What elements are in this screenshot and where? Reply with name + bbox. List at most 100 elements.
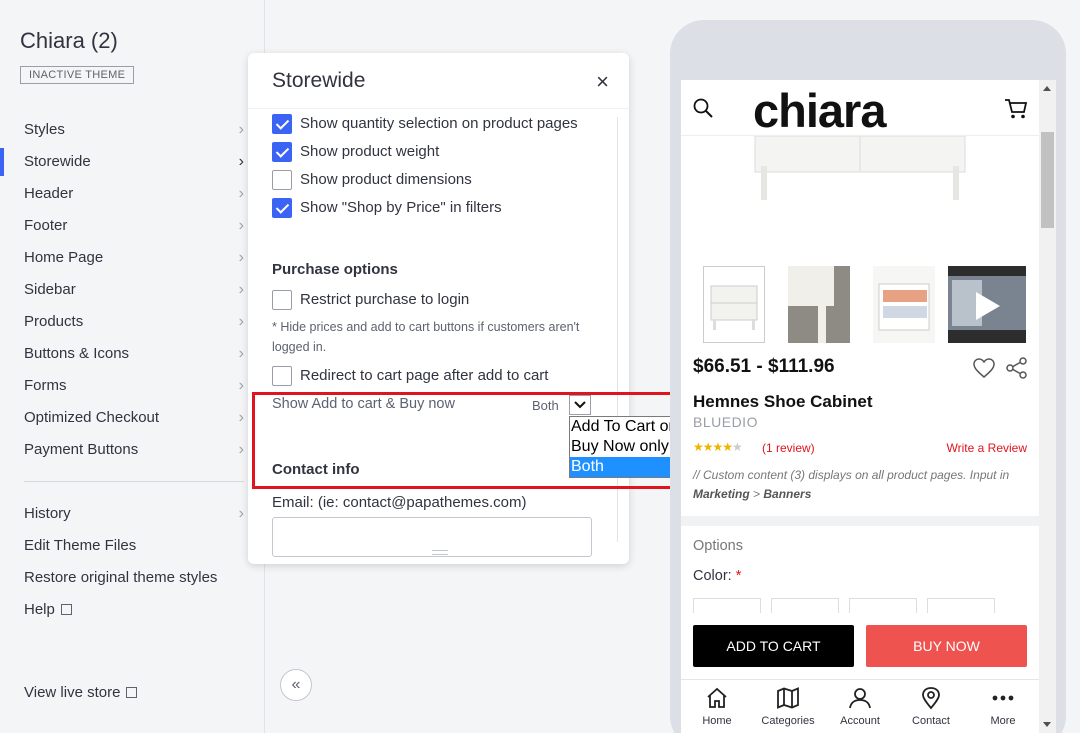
nav-item-help[interactable]: Help — [0, 594, 264, 626]
theme-sidebar: Chiara (2) INACTIVE THEME Styles › Storew… — [0, 0, 265, 733]
panel-title: Storewide — [272, 69, 366, 92]
product-price: $66.51 - $111.96 — [693, 356, 835, 377]
nav-item-label: Footer — [24, 217, 68, 234]
nav-item-optimized-checkout[interactable]: Optimized Checkout › — [0, 402, 264, 434]
nav-tab-account[interactable]: Account — [824, 680, 896, 733]
nav-item-sidebar[interactable]: Sidebar › — [0, 274, 264, 306]
user-icon — [849, 688, 871, 709]
chevron-right-icon: › — [238, 313, 244, 330]
nav-item-label: History — [24, 505, 71, 522]
scroll-down-arrow-icon[interactable] — [1043, 722, 1051, 727]
heart-icon[interactable] — [973, 358, 995, 378]
product-card: $66.51 - $111.96 Hemnes Shoe Cabinet BLU… — [681, 136, 1039, 516]
chevron-right-icon: › — [238, 345, 244, 362]
custom-content-text: // Custom content (3) displays on all pr… — [693, 468, 1010, 482]
nav-item-label: Restore original theme styles — [24, 569, 218, 586]
email-label: Email: (ie: contact@papathemes.com) — [272, 494, 527, 511]
nav-item-storewide[interactable]: Storewide › — [0, 146, 264, 178]
checkbox-checked[interactable] — [272, 114, 292, 134]
nav-item-label: Buttons & Icons — [24, 345, 130, 362]
nav-tab-label: Categories — [761, 715, 815, 727]
nav-tab-categories[interactable]: Categories — [752, 680, 824, 733]
nav-item-products[interactable]: Products › — [0, 306, 264, 338]
nav-item-label: Storewide — [24, 153, 91, 170]
checkbox-label: Show product weight — [300, 143, 440, 160]
rating-stars: ★★★★★ — [693, 440, 743, 454]
share-icon[interactable] — [1006, 357, 1028, 379]
scroll-up-arrow-icon[interactable] — [1043, 86, 1051, 91]
thumbnail-image[interactable] — [703, 266, 765, 343]
more-dots-icon — [992, 695, 1014, 701]
chevron-right-icon: › — [238, 185, 244, 202]
nav-item-styles[interactable]: Styles › — [0, 114, 264, 146]
nav-item-buttons-icons[interactable]: Buttons & Icons › — [0, 338, 264, 370]
write-review-link[interactable]: Write a Review — [947, 441, 1027, 455]
nav-item-home-page[interactable]: Home Page › — [0, 242, 264, 274]
nav-tab-label: Contact — [912, 715, 950, 727]
search-icon[interactable] — [693, 98, 713, 118]
location-pin-icon — [922, 687, 940, 710]
nav-item-restore-styles[interactable]: Restore original theme styles — [0, 562, 264, 594]
nav-item-history[interactable]: History › — [0, 498, 264, 530]
thumbnail-image[interactable] — [873, 266, 935, 343]
view-live-store-link[interactable]: View live store — [24, 684, 138, 701]
collapse-sidebar-button[interactable]: « — [280, 669, 312, 701]
nav-tab-contact[interactable]: Contact — [895, 680, 967, 733]
chevron-right-icon: › — [238, 249, 244, 266]
buy-now-button[interactable]: BUY NOW — [866, 625, 1027, 667]
nav-item-label: Sidebar — [24, 281, 76, 298]
nav-tab-label: Home — [702, 715, 732, 727]
product-brand[interactable]: BLUEDIO — [693, 414, 758, 430]
store-preview-screen: chiara $66.51 - $111.96 Hemnes Shoe Cabi… — [681, 80, 1039, 733]
product-options: Options Color: * — [681, 526, 1039, 638]
nav-tab-home[interactable]: Home — [681, 680, 753, 733]
cart-icon[interactable] — [1004, 98, 1028, 120]
color-label-text: Color: — [693, 568, 732, 584]
checkbox-unchecked[interactable] — [272, 366, 292, 386]
theme-secondary-nav: History › Edit Theme Files Restore origin… — [0, 498, 264, 626]
scrollbar-thumb[interactable] — [1041, 132, 1054, 228]
nav-tab-label: Account — [840, 715, 880, 727]
required-mark: * — [735, 568, 742, 584]
preview-scrollbar[interactable] — [1039, 80, 1056, 733]
nav-item-footer[interactable]: Footer › — [0, 210, 264, 242]
checkbox-label: Restrict purchase to login — [300, 291, 470, 308]
resize-handle[interactable] — [432, 550, 448, 555]
nav-tab-more[interactable]: More — [967, 680, 1039, 733]
custom-path-marketing: Marketing — [693, 487, 750, 501]
nav-item-label: Products — [24, 313, 84, 330]
nav-item-label: Home Page — [24, 249, 104, 266]
purchase-buttons: ADD TO CART BUY NOW — [681, 613, 1039, 679]
purchase-options-heading: Purchase options — [272, 261, 398, 278]
checkbox-checked[interactable] — [272, 142, 292, 162]
checkbox-checked[interactable] — [272, 198, 292, 218]
thumbnail-image[interactable] — [788, 266, 850, 343]
nav-item-label: Payment Buttons — [24, 441, 139, 458]
nav-item-label: Edit Theme Files — [24, 537, 137, 554]
close-icon[interactable]: × — [596, 69, 609, 95]
add-to-cart-button[interactable]: ADD TO CART — [693, 625, 854, 667]
chevron-right-icon: › — [238, 505, 244, 522]
chevron-right-icon: › — [238, 377, 244, 394]
nav-item-label: Optimized Checkout — [24, 409, 160, 426]
nav-item-payment-buttons[interactable]: Payment Buttons › — [0, 434, 264, 466]
nav-item-forms[interactable]: Forms › — [0, 370, 264, 402]
product-name[interactable]: Hemnes Shoe Cabinet — [693, 392, 873, 412]
custom-content-note: // Custom content (3) displays on all pr… — [693, 466, 1033, 504]
nav-item-edit-theme-files[interactable]: Edit Theme Files — [0, 530, 264, 562]
nav-item-label: Help — [24, 601, 55, 618]
mobile-bottom-nav: Home Categories Account Contact More — [681, 679, 1039, 733]
checkbox-label: Redirect to cart page after add to cart — [300, 367, 549, 384]
nav-divider — [24, 481, 244, 482]
nav-item-label: Header — [24, 185, 74, 202]
video-thumbnail[interactable] — [948, 266, 1026, 343]
reviews-link[interactable]: (1 review) — [762, 441, 815, 455]
chevron-right-icon: › — [238, 121, 244, 138]
nav-item-label: Styles — [24, 121, 65, 138]
options-heading: Options — [693, 538, 743, 554]
chevron-right-icon: › — [238, 409, 244, 426]
nav-item-header[interactable]: Header › — [0, 178, 264, 210]
store-logo[interactable]: chiara — [753, 83, 886, 138]
checkbox-unchecked[interactable] — [272, 290, 292, 310]
checkbox-unchecked[interactable] — [272, 170, 292, 190]
